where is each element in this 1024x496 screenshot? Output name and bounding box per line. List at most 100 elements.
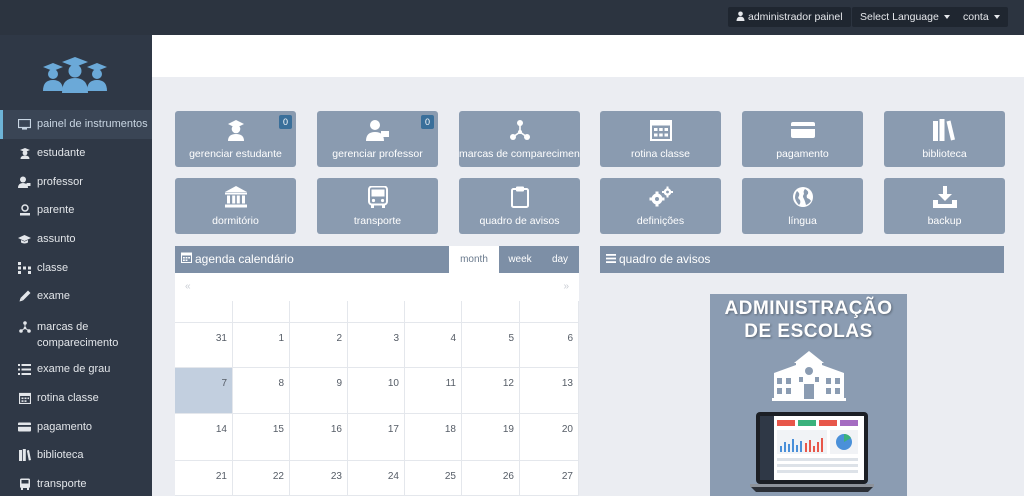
school-building-icon [772, 349, 846, 404]
calendar-day-cell[interactable]: 27 [520, 461, 579, 496]
student-icon [18, 147, 31, 160]
tile-label: dormitório [212, 215, 259, 227]
language-select[interactable]: Select Language [852, 7, 958, 27]
calendar-day-cell[interactable]: 17 [348, 414, 405, 461]
sidebar-item-label: painel de instrumentos [37, 118, 148, 131]
calendar-day-cell[interactable]: 9 [290, 368, 348, 414]
calendar-weekday-header [175, 301, 233, 323]
calendar-day-cell[interactable]: 14 [175, 414, 233, 461]
sidebar-item-label: professor [37, 175, 83, 188]
calendar-day-cell[interactable]: 20 [520, 414, 579, 461]
tile-dormitory[interactable]: dormitório [175, 178, 296, 234]
class-icon [18, 261, 31, 274]
calendar-day-cell[interactable]: 1 [233, 323, 290, 368]
sidebar-item-class[interactable]: classe [0, 253, 152, 282]
chevron-down-icon [943, 15, 950, 20]
calendar-day-cell[interactable]: 23 [290, 461, 348, 496]
tile-label: gerenciar estudante [189, 148, 282, 160]
credit-card-icon [742, 119, 863, 141]
sidebar-item-exam[interactable]: exame [0, 282, 152, 311]
calendar-day-cell[interactable]: 2 [290, 323, 348, 368]
next-month-button[interactable]: » [563, 281, 569, 292]
sidebar-item-label: transporte [37, 477, 87, 490]
sidebar-nav: painel de instrumentos estudante profess… [0, 110, 152, 496]
calendar-day-cell[interactable]: 8 [233, 368, 290, 414]
sidebar-item-student[interactable]: estudante [0, 139, 152, 168]
parent-icon [18, 204, 31, 216]
prev-month-button[interactable]: « [185, 281, 191, 292]
sidebar-item-subject[interactable]: assunto [0, 225, 152, 254]
view-day-button[interactable]: day [541, 246, 579, 273]
account-menu-button[interactable]: conta [955, 7, 1008, 27]
tile-class-routine[interactable]: rotina classe [600, 111, 721, 167]
sidebar-item-transport[interactable]: transporte [0, 470, 152, 496]
sidebar-item-class-routine[interactable]: rotina classe [0, 384, 152, 413]
calendar-icon [18, 392, 31, 404]
calendar-day-cell[interactable]: 6 [520, 323, 579, 368]
list-icon [18, 363, 31, 375]
sidebar-item-teacher[interactable]: professor [0, 167, 152, 196]
tile-transport[interactable]: transporte [317, 178, 438, 234]
tile-payment[interactable]: pagamento [742, 111, 863, 167]
calendar-day-cell[interactable]: 26 [462, 461, 520, 496]
calendar-day-cell[interactable]: 10 [348, 368, 405, 414]
sidebar-item-label: rotina classe [37, 391, 99, 404]
tile-backup[interactable]: backup [884, 178, 1005, 234]
calendar-day-cell[interactable]: 12 [462, 368, 520, 414]
calendar-day-cell[interactable]: 25 [405, 461, 462, 496]
calendar-title-text: agenda calendário [195, 252, 294, 266]
tile-attendance[interactable]: marcas de comparecimento [459, 111, 580, 167]
calendar-weekday-header [405, 301, 462, 323]
tile-manage-teacher[interactable]: gerenciar professor 0 [317, 111, 438, 167]
calendar-day-cell[interactable]: 18 [405, 414, 462, 461]
user-menu-button[interactable]: administrador painel [728, 7, 851, 27]
calendar-grid: 31 1 2 3 4 5 6 7 8 9 10 11 12 13 14 15 16 17 18 19 20 21 22 23 2… [175, 301, 579, 496]
sidebar-item-library[interactable]: biblioteca [0, 441, 152, 470]
school-logo-icon [40, 55, 110, 95]
calendar-day-cell[interactable]: 31 [175, 323, 233, 368]
calendar-day-cell[interactable]: 3 [348, 323, 405, 368]
sidebar-item-label: marcas de comparecimento [37, 320, 119, 349]
sidebar-item-grade-exam[interactable]: exame de grau [0, 355, 152, 384]
sidebar-item-parent[interactable]: parente [0, 196, 152, 225]
calendar-day-cell[interactable]: 15 [233, 414, 290, 461]
user-menu-label: administrador painel [748, 11, 843, 23]
calendar-day-cell[interactable]: 4 [405, 323, 462, 368]
books-icon [884, 119, 1005, 141]
download-icon [884, 186, 1005, 208]
sidebar-item-label: classe [37, 261, 69, 274]
sidebar-item-label: estudante [37, 147, 86, 160]
calendar-day-cell[interactable]: 21 [175, 461, 233, 496]
tile-notice-board[interactable]: quadro de avisos [459, 178, 580, 234]
calendar-day-cell[interactable]: 22 [233, 461, 290, 496]
sidebar-item-dashboard[interactable]: painel de instrumentos [0, 110, 152, 139]
calendar-day-cell[interactable]: 5 [462, 323, 520, 368]
view-month-button[interactable]: month [449, 246, 499, 273]
tile-settings[interactable]: definições [600, 178, 721, 234]
tile-manage-student[interactable]: gerenciar estudante 0 [175, 111, 296, 167]
sidebar-item-label: assunto [37, 233, 76, 246]
calendar-day-cell[interactable]: 16 [290, 414, 348, 461]
tile-library[interactable]: biblioteca [884, 111, 1005, 167]
graduation-cap-icon [18, 233, 31, 245]
tile-language[interactable]: língua [742, 178, 863, 234]
tile-label: quadro de avisos [479, 215, 560, 227]
calendar-day-cell[interactable]: 11 [405, 368, 462, 414]
calendar-day-cell[interactable]: 24 [348, 461, 405, 496]
calendar-day-cell[interactable]: 7 [175, 368, 233, 414]
tile-label: transporte [353, 215, 402, 227]
sidebar-item-attendance[interactable]: marcas de comparecimento [0, 311, 152, 355]
calendar-navigation: « » [175, 273, 579, 301]
monitor-icon [18, 118, 31, 130]
calendar-title: agenda calendário [181, 246, 294, 273]
chevron-down-icon [993, 15, 1000, 20]
credit-card-icon [18, 421, 31, 433]
notice-board-header: quadro de avisos [600, 246, 1004, 273]
tile-label: rotina classe [631, 148, 690, 160]
sidebar-item-payment[interactable]: pagamento [0, 412, 152, 441]
calendar-day-cell[interactable]: 13 [520, 368, 579, 414]
view-week-button[interactable]: week [499, 246, 541, 273]
calendar-day-cell[interactable]: 19 [462, 414, 520, 461]
laptop-dashboard-image [750, 412, 874, 496]
sidebar-item-label: parente [37, 204, 75, 217]
